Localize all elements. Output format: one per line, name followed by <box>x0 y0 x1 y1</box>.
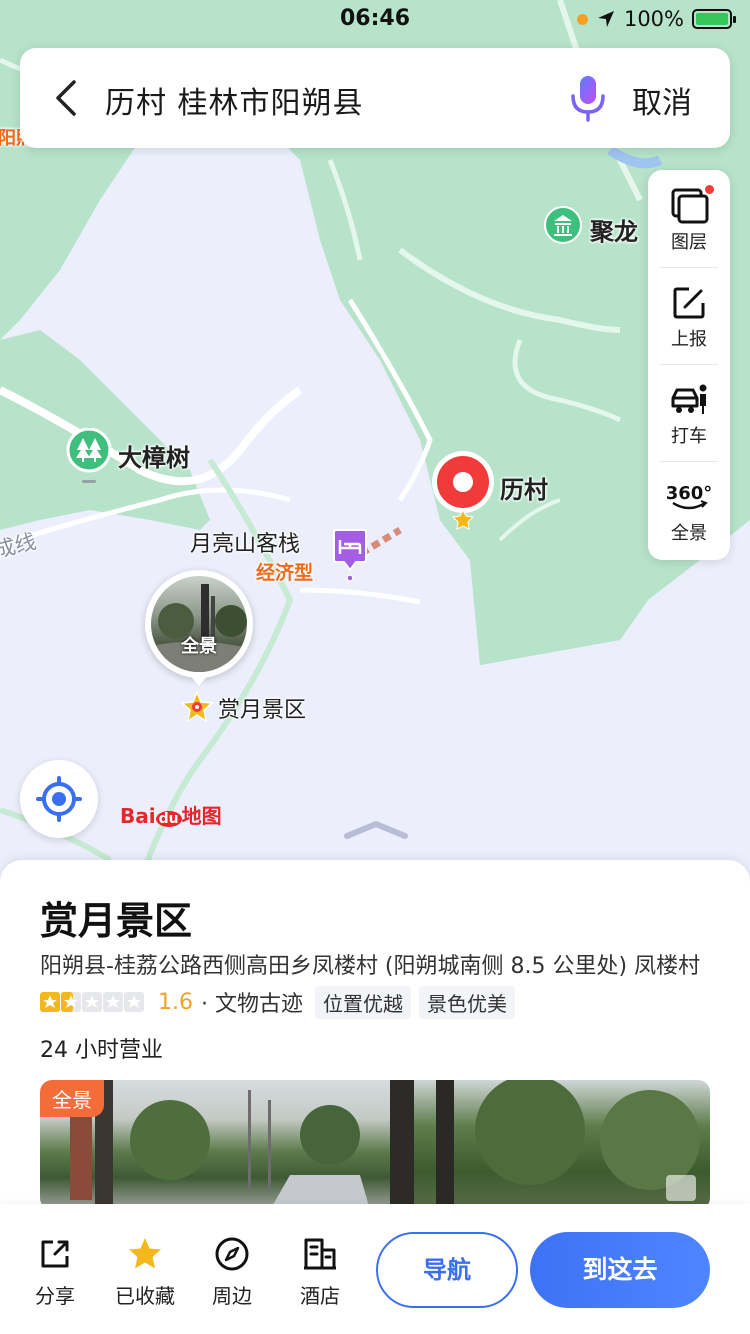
favorite-label: 已收藏 <box>115 1284 175 1308</box>
battery-icon <box>692 9 736 29</box>
opening-hours: 24 小时营业 <box>40 1038 163 1063</box>
status-time: 06:46 <box>340 6 411 31</box>
layers-button[interactable]: 图层 <box>648 170 730 267</box>
go-here-button[interactable]: 到这去 <box>530 1232 710 1308</box>
panorama-label: 全景 <box>671 523 707 544</box>
baidu-map-logo: Bai du 地图 <box>120 804 222 828</box>
photo-gallery[interactable]: 全景 <box>40 1080 710 1210</box>
poi-julong[interactable]: 聚龙 <box>544 206 638 250</box>
star-full-icon <box>40 992 60 1012</box>
star-partial-icon <box>61 992 81 1012</box>
tag-location: 位置优越 <box>315 985 411 1019</box>
street-view-label: 全景 <box>181 636 217 657</box>
poi-julong-label: 聚龙 <box>590 218 638 246</box>
share-icon <box>41 1240 69 1268</box>
status-indicators: 100% <box>576 7 736 31</box>
gate-photo-image <box>390 1080 700 1210</box>
share-label: 分享 <box>35 1284 75 1308</box>
place-address: 阳朔县-桂荔公路西侧高田乡凤楼村 (阳朔城南侧 8.5 公里处) 凤楼村 <box>40 954 701 979</box>
star-favorite-icon <box>129 1238 161 1269</box>
hotel-type-label: 经济型 <box>256 562 314 584</box>
svg-text:360°: 360° <box>667 483 711 504</box>
edit-report-icon <box>673 287 705 319</box>
share-button[interactable]: 分享 <box>23 1236 87 1309</box>
street-view-thumbnail[interactable]: 全景 <box>145 570 253 686</box>
navigate-button[interactable]: 导航 <box>376 1232 518 1308</box>
museum-icon <box>544 206 582 244</box>
hotel-bed-icon <box>333 529 367 582</box>
place-title: 赏月景区 <box>40 899 193 943</box>
cancel-button[interactable]: 取消 <box>632 78 692 122</box>
action-bar: 分享 已收藏 周边 酒店 导航 到这去 <box>0 1204 750 1334</box>
compass-icon <box>215 1237 249 1271</box>
tag-scenery: 景色优美 <box>419 985 515 1019</box>
poi-scenic-label: 赏月景区 <box>218 698 307 723</box>
photo-gate[interactable] <box>390 1080 710 1210</box>
crosshair-icon <box>36 776 82 822</box>
microphone-icon[interactable] <box>568 74 608 122</box>
nearby-button[interactable]: 周边 <box>200 1236 264 1309</box>
star-empty-icon <box>103 992 123 1012</box>
battery-percent: 100% <box>623 7 684 31</box>
hotel-button[interactable]: 酒店 <box>288 1236 352 1309</box>
scenic-star-icon <box>180 689 214 723</box>
hotel-name-label: 月亮山客栈 <box>190 532 301 557</box>
privacy-indicator-icon <box>576 13 588 25</box>
nearby-label: 周边 <box>212 1284 252 1308</box>
rating-value: 1.6 <box>158 989 193 1015</box>
taxi-icon <box>671 384 707 414</box>
hotel-building-icon <box>304 1238 336 1270</box>
poi-licun-label: 历村 <box>500 476 548 504</box>
photo-panorama-badge: 全景 <box>40 1080 104 1117</box>
chevron-up-icon[interactable] <box>343 818 409 842</box>
taxi-button[interactable]: 打车 <box>648 364 730 461</box>
layers-label: 图层 <box>671 232 707 253</box>
pin-tail-icon <box>189 674 209 686</box>
star-empty-icon <box>82 992 102 1012</box>
report-label: 上报 <box>671 329 707 350</box>
layers-notification-dot <box>705 185 714 194</box>
place-category: · 文物古迹 <box>201 992 303 1017</box>
location-arrow-icon <box>597 11 614 27</box>
poi-licun-pin[interactable]: 历村 <box>430 448 548 546</box>
hotel-label: 酒店 <box>300 1284 340 1308</box>
back-icon[interactable] <box>50 78 84 118</box>
report-button[interactable]: 上报 <box>648 267 730 364</box>
poi-dazhangshu[interactable]: 大樟树 <box>64 427 190 492</box>
taxi-label: 打车 <box>671 426 707 447</box>
poi-dazhangshu-label: 大樟树 <box>118 444 190 472</box>
rating-stars <box>40 992 144 1012</box>
star-empty-icon <box>124 992 144 1012</box>
favorite-button[interactable]: 已收藏 <box>110 1236 180 1309</box>
search-bar: 历村 桂林市阳朔县 取消 <box>20 48 730 148</box>
location-pin-icon <box>432 451 494 530</box>
map-tools-panel: 图层 上报 打车 360° 全景 <box>648 170 730 560</box>
locate-me-button[interactable] <box>20 760 98 838</box>
rating-row: 1.6 · 文物古迹 位置优越 景色优美 <box>40 985 515 1019</box>
layers-icon <box>671 188 709 224</box>
panorama-360-icon: 360° <box>667 483 711 510</box>
status-bar: 06:46 100% <box>0 0 750 44</box>
search-query[interactable]: 历村 桂林市阳朔县 <box>105 78 364 122</box>
tree-icon <box>66 427 112 483</box>
panorama-button[interactable]: 360° 全景 <box>648 461 730 558</box>
poi-scenic[interactable]: 赏月景区 <box>180 689 306 728</box>
